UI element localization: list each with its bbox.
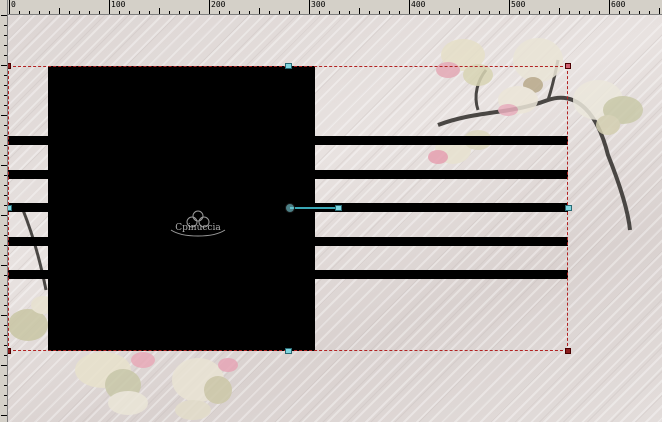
image-canvas[interactable]: Cpinuccia bbox=[8, 15, 662, 422]
resize-handle-bottom-right[interactable] bbox=[565, 348, 571, 354]
resize-handle-top[interactable] bbox=[285, 63, 292, 69]
ruler-label-500: 500 bbox=[511, 0, 526, 9]
resize-handle-bottom[interactable] bbox=[285, 348, 292, 354]
vertical-ruler[interactable] bbox=[0, 0, 8, 422]
rotation-arm[interactable] bbox=[290, 207, 340, 209]
ruler-ticks-v bbox=[1, 15, 7, 416]
resize-handle-top-right[interactable] bbox=[565, 63, 571, 69]
horizontal-ruler[interactable]: 0 100 200 300 400 500 600 bbox=[0, 0, 662, 15]
resize-handle-left[interactable] bbox=[8, 205, 12, 211]
ruler-ticks-h bbox=[9, 0, 660, 14]
ruler-label-200: 200 bbox=[211, 0, 226, 9]
ruler-label-400: 400 bbox=[411, 0, 426, 9]
resize-handle-bottom-left[interactable] bbox=[8, 348, 11, 354]
pivot-handle-icon[interactable] bbox=[285, 203, 295, 213]
ruler-label-300: 300 bbox=[311, 0, 326, 9]
ruler-label-600: 600 bbox=[611, 0, 626, 9]
resize-handle-right[interactable] bbox=[565, 205, 572, 211]
ruler-label-100: 100 bbox=[111, 0, 126, 9]
rotation-handle[interactable] bbox=[335, 205, 342, 211]
resize-handle-top-left[interactable] bbox=[8, 63, 11, 69]
ruler-label-0: 0 bbox=[11, 0, 16, 9]
